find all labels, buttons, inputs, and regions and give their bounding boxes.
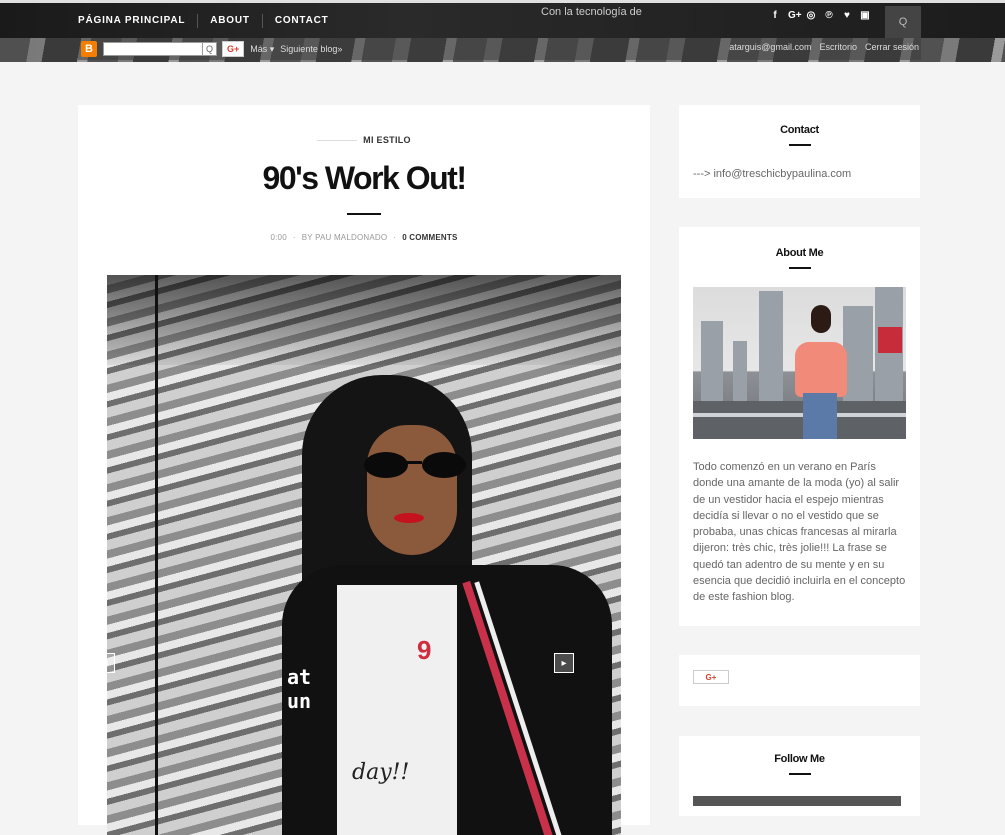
slider-prev-button[interactable]: ◂ [95, 653, 115, 673]
top-header: PÁGINA PRINCIPAL ABOUT CONTACT Con la te… [0, 0, 1005, 62]
photo-sunglasses [364, 452, 466, 478]
main-nav: PÁGINA PRINCIPAL ABOUT CONTACT [78, 6, 341, 36]
wire-decoration [155, 275, 158, 835]
photo-shirt [337, 585, 457, 835]
youtube-icon[interactable]: ▣ [860, 10, 870, 21]
navbar-search-input[interactable] [103, 42, 203, 56]
navbar-gplus-button[interactable]: G+ [222, 41, 245, 57]
category-line [317, 140, 358, 142]
widget-about: About Me Todo comenzó en un verano en Pa… [679, 227, 920, 626]
widget-about-title: About Me [775, 247, 824, 259]
twitter-icon[interactable]: ♥ [842, 10, 852, 21]
blogger-navbar: B Q G+ Más ▾ Siguiente blog» atarguis@gm… [78, 38, 921, 60]
powered-by-text: Con la tecnología de [541, 6, 642, 18]
post-card: MI ESTILO 90's Work Out! 0:00 · BY PAU MAL… [78, 105, 650, 835]
next-blog-link[interactable]: Siguiente blog» [280, 44, 342, 54]
nav-item-home[interactable]: PÁGINA PRINCIPAL [78, 14, 199, 28]
google-plus-icon[interactable]: G+ [788, 10, 802, 21]
post-time: 0:00 [270, 233, 287, 242]
photo-lips [394, 513, 424, 523]
post-comments-link[interactable]: 0 COMMENTS [402, 233, 457, 242]
instagram-icon[interactable]: ◎ [806, 10, 816, 21]
photo-script-text: day!! [352, 760, 410, 785]
photo-patch: 9 [417, 635, 432, 665]
navbar-user-links: atarguis@gmail.com Escritorio Cerrar ses… [729, 42, 919, 52]
social-icons: f G+ ◎ ℗ ♥ ▣ [770, 10, 870, 21]
facebook-icon[interactable]: f [770, 10, 780, 21]
chevron-right-icon: ▸ [561, 657, 567, 669]
title-divider [347, 213, 381, 215]
nav-item-contact[interactable]: CONTACT [263, 14, 341, 28]
navbar-search-icon[interactable]: Q [203, 42, 217, 56]
photo-shirt-text: at un [287, 665, 312, 713]
post-title[interactable]: 90's Work Out! [78, 160, 650, 197]
gplus-share-button[interactable]: G+ [693, 670, 729, 684]
search-icon: Q [898, 16, 908, 28]
photo-face [367, 425, 457, 555]
post-meta: 0:00 · BY PAU MALDONADO · 0 COMMENTS [270, 233, 458, 242]
follow-widget-bar [693, 796, 901, 806]
logout-link[interactable]: Cerrar sesión [865, 42, 919, 52]
search-button[interactable]: Q [885, 6, 921, 38]
chevron-left-icon: ◂ [102, 657, 108, 669]
widget-contact-title: Contact [780, 124, 819, 136]
widget-gplus: G+ [679, 655, 920, 706]
about-me-text: Todo comenzó en un verano en París donde… [693, 461, 906, 604]
widget-rule [788, 144, 811, 146]
widget-follow: Follow Me [679, 736, 920, 816]
dashboard-link[interactable]: Escritorio [819, 42, 857, 52]
blogger-logo-icon[interactable]: B [81, 41, 97, 57]
post-author[interactable]: BY PAU MALDONADO [302, 233, 388, 242]
more-menu[interactable]: Más ▾ [250, 44, 274, 55]
nav-item-about[interactable]: ABOUT [198, 14, 263, 28]
post-featured-image: at un 9 day!! [107, 275, 621, 835]
category-label[interactable]: MI ESTILO [363, 135, 411, 145]
widget-rule [788, 773, 811, 775]
widget-follow-title: Follow Me [774, 753, 825, 765]
widget-rule [788, 267, 811, 269]
about-me-image [693, 287, 906, 439]
slider-next-button[interactable]: ▸ [554, 653, 574, 673]
post-category: MI ESTILO [78, 135, 650, 145]
user-email: atarguis@gmail.com [729, 42, 812, 52]
widget-contact: Contact ---> info@treschicbypaulina.com [679, 105, 920, 198]
pinterest-icon[interactable]: ℗ [824, 10, 834, 21]
contact-email-text: ---> info@treschicbypaulina.com [693, 168, 852, 180]
top-border [0, 0, 1005, 3]
